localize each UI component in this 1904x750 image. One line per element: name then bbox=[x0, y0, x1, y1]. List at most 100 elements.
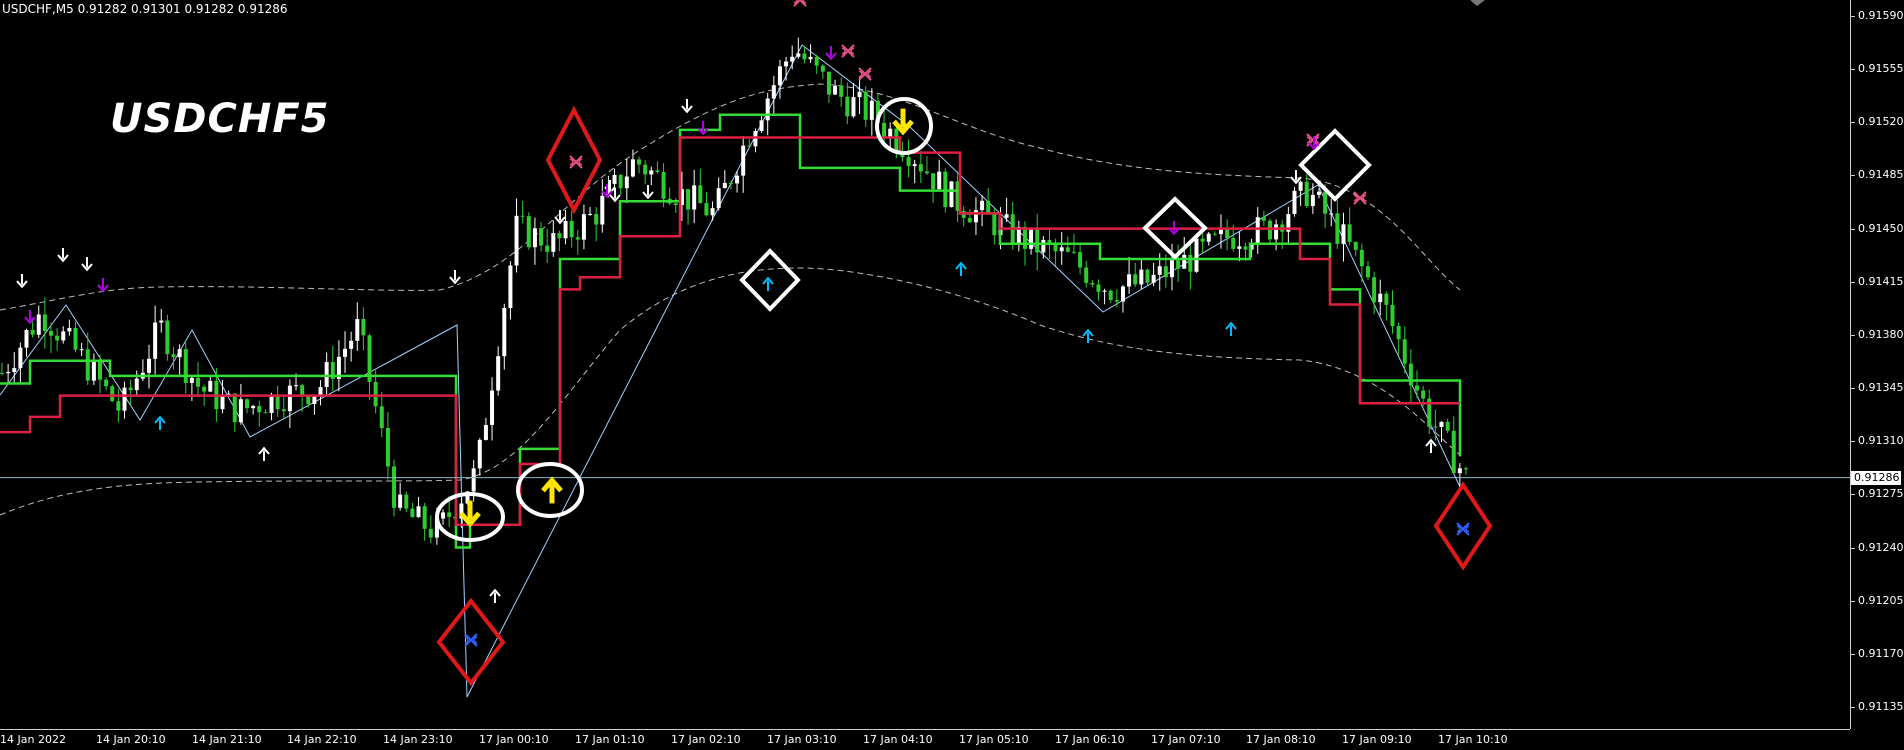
time-label: 17 Jan 05:10 bbox=[959, 733, 1029, 746]
candle bbox=[392, 459, 397, 517]
candle bbox=[1200, 233, 1205, 254]
candle bbox=[55, 328, 60, 351]
candle bbox=[759, 114, 764, 133]
pink-x-marker bbox=[569, 155, 583, 169]
price-label: 0.91415 bbox=[1858, 274, 1904, 288]
candle bbox=[1078, 244, 1083, 275]
candle bbox=[1041, 236, 1046, 259]
candle bbox=[1396, 322, 1401, 355]
candle bbox=[839, 77, 844, 107]
candle bbox=[888, 122, 893, 149]
time-label: 17 Jan 02:10 bbox=[671, 733, 741, 746]
candle bbox=[251, 404, 256, 415]
candle bbox=[483, 417, 488, 441]
pink-x-marker bbox=[858, 67, 872, 81]
candle bbox=[416, 496, 421, 518]
candle bbox=[906, 139, 911, 178]
price-tick bbox=[1851, 494, 1855, 496]
candle bbox=[502, 303, 507, 370]
candle bbox=[24, 328, 29, 357]
candle bbox=[588, 206, 593, 216]
candle bbox=[863, 86, 868, 127]
candle bbox=[1139, 259, 1144, 289]
yellow-up-arrow bbox=[541, 476, 563, 504]
candle bbox=[1439, 421, 1444, 443]
chart-symbol-title: USDCHF5 bbox=[110, 96, 330, 142]
candle bbox=[490, 377, 495, 441]
symbol-timeframe: USDCHF,M5 bbox=[2, 2, 74, 16]
candle bbox=[1414, 370, 1419, 399]
candle bbox=[343, 331, 348, 373]
time-label: 17 Jan 04:10 bbox=[863, 733, 933, 746]
candle bbox=[1212, 231, 1217, 237]
candle bbox=[116, 388, 121, 423]
candle bbox=[649, 166, 654, 186]
blue-x-marker bbox=[1456, 522, 1470, 536]
price-axis[interactable]: 0.91590 0.91555 0.91520 0.91485 0.91450 0.914… bbox=[1850, 0, 1904, 729]
price-label: 0.91310 bbox=[1858, 434, 1904, 448]
candle bbox=[643, 160, 648, 184]
time-label: 17 Jan 07:10 bbox=[1151, 733, 1221, 746]
price-tick bbox=[1851, 600, 1855, 602]
price-tick bbox=[1851, 334, 1855, 336]
time-axis[interactable]: 14 Jan 2022 14 Jan 20:10 14 Jan 21:10 14 Ja… bbox=[0, 729, 1850, 750]
candle bbox=[1329, 198, 1334, 227]
candle bbox=[508, 261, 513, 320]
blue-up-arrow bbox=[1082, 328, 1094, 343]
candle bbox=[1341, 212, 1346, 262]
candle bbox=[612, 168, 617, 189]
candle bbox=[263, 409, 268, 414]
price-label: 0.91520 bbox=[1858, 115, 1904, 129]
candle bbox=[545, 228, 550, 264]
candle bbox=[1335, 200, 1340, 249]
time-label: 14 Jan 2022 bbox=[0, 733, 66, 746]
candle bbox=[0, 362, 4, 376]
purple-down-arrow bbox=[697, 121, 709, 136]
price-label: 0.91205 bbox=[1858, 593, 1904, 607]
candle bbox=[698, 168, 703, 204]
candle bbox=[398, 482, 403, 511]
candle bbox=[1133, 262, 1138, 288]
candle bbox=[245, 398, 250, 414]
candle bbox=[165, 314, 170, 361]
candle bbox=[967, 208, 972, 223]
candle bbox=[379, 392, 384, 438]
candle bbox=[330, 345, 335, 391]
price-label: 0.91380 bbox=[1858, 327, 1904, 341]
candle bbox=[1353, 241, 1358, 257]
candle bbox=[275, 385, 280, 417]
candle bbox=[949, 181, 954, 208]
candle bbox=[1182, 237, 1187, 269]
candle bbox=[1090, 279, 1095, 288]
candle bbox=[110, 384, 115, 403]
candle bbox=[189, 376, 194, 401]
candle bbox=[196, 361, 201, 398]
candle bbox=[1261, 210, 1266, 226]
candle bbox=[667, 187, 672, 206]
candle bbox=[171, 346, 176, 370]
price-tick bbox=[1851, 388, 1855, 390]
purple-down-arrow bbox=[825, 46, 837, 61]
candle bbox=[1378, 279, 1383, 316]
candle bbox=[1408, 349, 1413, 403]
candle bbox=[741, 135, 746, 193]
price-label: 0.91345 bbox=[1858, 381, 1904, 395]
candle bbox=[73, 321, 78, 353]
candle bbox=[557, 230, 562, 252]
pink-x-marker bbox=[841, 44, 855, 58]
candle bbox=[961, 206, 966, 227]
candle bbox=[1035, 213, 1040, 271]
candle bbox=[349, 331, 354, 362]
blue-up-arrow bbox=[955, 261, 967, 276]
red-diamond-marker bbox=[436, 597, 506, 687]
candle bbox=[269, 392, 274, 421]
candle bbox=[1084, 260, 1089, 288]
candle bbox=[42, 297, 47, 349]
blue-up-arrow bbox=[762, 276, 774, 291]
candle bbox=[1108, 289, 1113, 303]
candle bbox=[1298, 180, 1303, 206]
candle bbox=[569, 210, 574, 248]
candle bbox=[410, 502, 415, 518]
candle bbox=[355, 302, 360, 351]
candle bbox=[722, 170, 727, 189]
